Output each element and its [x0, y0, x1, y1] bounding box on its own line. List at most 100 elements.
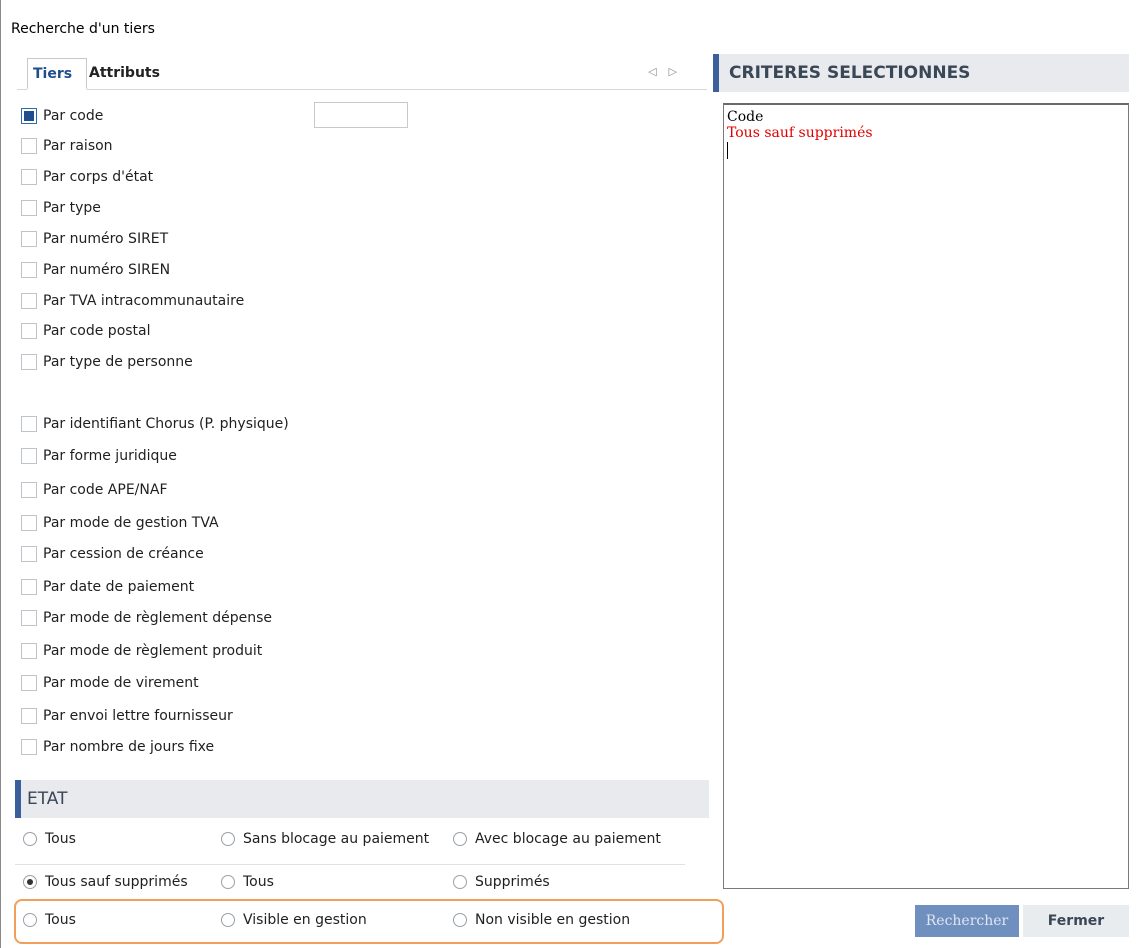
radio-selected[interactable]: [23, 875, 37, 889]
criteria-checkbox-label: Par corps d'état: [43, 169, 154, 185]
code-input[interactable]: [314, 102, 408, 128]
text-caret: [727, 142, 728, 159]
etat-radio-option[interactable]: Sans blocage au paiement: [221, 828, 429, 850]
checkbox[interactable]: [21, 293, 37, 309]
criteria-checkbox-label: Par code postal: [43, 323, 151, 339]
tab-attributs[interactable]: Attributs: [89, 58, 160, 90]
etat-radio-option[interactable]: Tous: [23, 828, 76, 850]
criteria-checkbox-label: Par nombre de jours fixe: [43, 739, 215, 755]
criteria-checkbox-label: Par date de paiement: [43, 579, 195, 595]
criteria-checkbox-row[interactable]: Par forme juridique: [21, 445, 177, 467]
triangle-right-icon[interactable]: ▷: [669, 65, 689, 78]
checkbox[interactable]: [21, 675, 37, 691]
criteria-checkbox-row[interactable]: Par code postal: [21, 320, 151, 342]
criteria-checkbox-row[interactable]: Par envoi lettre fournisseur: [21, 705, 233, 727]
criteria-checkbox-row[interactable]: Par mode de règlement produit: [21, 640, 262, 662]
criteria-checkbox-label: Par numéro SIREN: [43, 262, 171, 278]
radio[interactable]: [221, 832, 235, 846]
radio[interactable]: [453, 875, 467, 889]
highlight-frame: [14, 899, 724, 944]
checkbox[interactable]: [21, 231, 37, 247]
criteria-checkbox-label: Par type de personne: [43, 354, 193, 370]
criteria-line-etat: Tous sauf supprimés: [727, 125, 873, 141]
criteria-checkbox-label: Par identifiant Chorus (P. physique): [43, 416, 289, 432]
checkbox[interactable]: [21, 138, 37, 154]
checkbox[interactable]: [21, 262, 37, 278]
criteria-checkbox-row[interactable]: Par numéro SIREN: [21, 259, 170, 281]
criteria-checkbox-label: Par envoi lettre fournisseur: [43, 708, 233, 724]
criteria-checkbox-row[interactable]: Par raison: [21, 135, 113, 157]
criteria-checkbox-label: Par raison: [43, 138, 113, 154]
checkbox[interactable]: [21, 643, 37, 659]
window-title: Recherche d'un tiers: [11, 21, 155, 37]
checkbox[interactable]: [21, 323, 37, 339]
search-dialog: Recherche d'un tiers Tiers Attributs ◁▷ …: [0, 0, 1141, 948]
radio-label: Tous sauf supprimés: [45, 874, 188, 890]
criteria-checkbox-row[interactable]: Par date de paiement: [21, 576, 194, 598]
criteria-checkbox-row[interactable]: Par cession de créance: [21, 543, 204, 565]
tab-bar: Tiers Attributs ◁▷: [17, 58, 707, 90]
criteres-section-header: CRITERES SELECTIONNES: [713, 54, 1129, 92]
criteria-checkbox-row[interactable]: Par TVA intracommunautaire: [21, 290, 244, 312]
tab-scroll-controls: ◁▷: [648, 65, 689, 78]
checkbox[interactable]: [21, 610, 37, 626]
checkbox[interactable]: [21, 200, 37, 216]
radio[interactable]: [453, 832, 467, 846]
criteria-checkbox-row[interactable]: Par type: [21, 197, 101, 219]
criteria-checkbox-row[interactable]: Par mode de virement: [21, 672, 199, 694]
checkbox[interactable]: [21, 708, 37, 724]
checkbox[interactable]: [21, 579, 37, 595]
criteria-line-code: Code: [727, 109, 764, 125]
search-button[interactable]: Rechercher: [915, 905, 1019, 937]
criteria-checkbox-label: Par TVA intracommunautaire: [43, 293, 245, 309]
criteria-checkbox-row[interactable]: Par nombre de jours fixe: [21, 736, 214, 758]
criteria-checkbox-row[interactable]: Par code APE/NAF: [21, 479, 168, 501]
criteria-checkbox-label: Par code APE/NAF: [43, 482, 168, 498]
criteria-checkbox-label: Par mode de gestion TVA: [43, 515, 219, 531]
checkbox[interactable]: [21, 448, 37, 464]
radio-label: Supprimés: [475, 874, 550, 890]
criteria-checkbox-row[interactable]: Par numéro SIRET: [21, 228, 168, 250]
section-accent-bar: [15, 780, 21, 818]
selected-criteria-textbox[interactable]: Code Tous sauf supprimés: [723, 103, 1129, 889]
close-button[interactable]: Fermer: [1023, 905, 1129, 937]
radio-label: Tous: [243, 874, 274, 890]
radio-label: Avec blocage au paiement: [475, 831, 661, 847]
etat-section-header: ETAT: [15, 780, 709, 818]
checkbox[interactable]: [21, 482, 37, 498]
criteria-checkbox-row[interactable]: Par code: [21, 105, 103, 127]
criteria-checkbox-row[interactable]: Par identifiant Chorus (P. physique): [21, 413, 289, 435]
etat-radio-option[interactable]: Avec blocage au paiement: [453, 828, 661, 850]
checkbox[interactable]: [21, 515, 37, 531]
triangle-left-icon[interactable]: ◁: [648, 65, 668, 78]
criteria-checkbox-label: Par code: [43, 108, 104, 124]
etat-radio-option[interactable]: Tous sauf supprimés: [23, 871, 188, 893]
radio[interactable]: [23, 832, 37, 846]
etat-radio-option[interactable]: Tous: [221, 871, 274, 893]
etat-radio-option[interactable]: Supprimés: [453, 871, 550, 893]
criteria-checkbox-row[interactable]: Par type de personne: [21, 351, 193, 373]
checkbox[interactable]: [21, 546, 37, 562]
criteria-checkbox-row[interactable]: Par corps d'état: [21, 166, 153, 188]
criteria-checkbox-label: Par cession de créance: [43, 546, 204, 562]
row-divider: [15, 864, 685, 865]
criteria-checkbox-label: Par forme juridique: [43, 448, 177, 464]
radio[interactable]: [221, 875, 235, 889]
radio-label: Sans blocage au paiement: [243, 831, 430, 847]
checkbox-checked[interactable]: [21, 108, 37, 124]
criteria-checkbox-label: Par numéro SIRET: [43, 231, 169, 247]
criteria-checkbox-row[interactable]: Par mode de gestion TVA: [21, 512, 219, 534]
checkbox[interactable]: [21, 739, 37, 755]
section-accent-bar: [713, 54, 719, 92]
criteria-checkbox-label: Par mode de virement: [43, 675, 199, 691]
criteria-checkbox-row[interactable]: Par mode de règlement dépense: [21, 607, 272, 629]
radio-label: Tous: [45, 831, 76, 847]
criteres-header-label: CRITERES SELECTIONNES: [729, 63, 971, 83]
checkbox[interactable]: [21, 416, 37, 432]
checkbox[interactable]: [21, 354, 37, 370]
criteria-checkbox-label: Par type: [43, 200, 101, 216]
criteria-checkbox-label: Par mode de règlement dépense: [43, 610, 272, 626]
etat-header-label: ETAT: [27, 789, 68, 809]
checkbox[interactable]: [21, 169, 37, 185]
tab-tiers[interactable]: Tiers: [27, 58, 87, 90]
